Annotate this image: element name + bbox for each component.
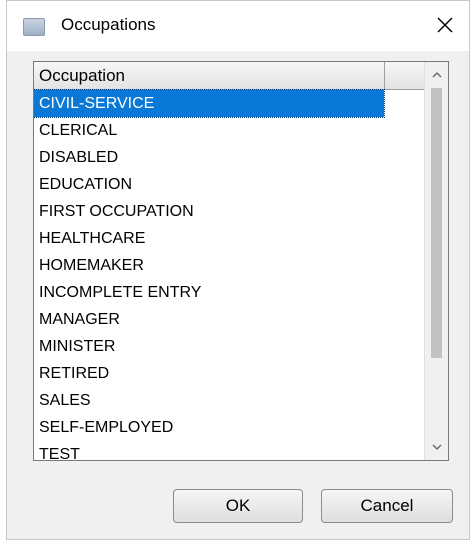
list-item[interactable]: HOMEMAKER [34, 252, 426, 279]
list-header: Occupation [34, 62, 426, 90]
ok-button[interactable]: OK [173, 489, 303, 523]
cancel-button[interactable]: Cancel [321, 489, 453, 523]
scroll-down-button[interactable] [425, 436, 448, 458]
scroll-up-button[interactable] [425, 64, 448, 86]
list-item[interactable]: TEST [34, 441, 426, 460]
chevron-up-icon [432, 72, 442, 78]
list-item[interactable]: SALES [34, 387, 426, 414]
list-item[interactable]: MANAGER [34, 306, 426, 333]
title-bar[interactable]: Occupations [7, 1, 469, 51]
chevron-down-icon [432, 444, 442, 450]
list-rows: CIVIL-SERVICE CLERICAL DISABLED EDUCATION FI… [34, 89, 426, 460]
close-button[interactable] [427, 7, 463, 43]
list-item[interactable]: SELF-EMPLOYED [34, 414, 426, 441]
occupations-dialog: Occupations Occupation CIVIL-SERVICE CLER… [6, 0, 470, 540]
scroll-thumb[interactable] [431, 88, 442, 358]
list-item[interactable]: MINISTER [34, 333, 426, 360]
column-header-occupation[interactable]: Occupation [34, 62, 385, 89]
list-item[interactable]: FIRST OCCUPATION [34, 198, 426, 225]
vertical-scrollbar[interactable] [424, 62, 448, 460]
list-item[interactable]: HEALTHCARE [34, 225, 426, 252]
list-item[interactable]: RETIRED [34, 360, 426, 387]
list-item[interactable]: DISABLED [34, 144, 426, 171]
list-item[interactable]: CIVIL-SERVICE [34, 89, 385, 118]
close-icon [437, 17, 453, 33]
list-item[interactable]: CLERICAL [34, 117, 426, 144]
list-item[interactable]: INCOMPLETE ENTRY [34, 279, 426, 306]
list-item[interactable]: EDUCATION [34, 171, 426, 198]
column-header-extra[interactable] [385, 62, 426, 89]
occupation-list[interactable]: Occupation CIVIL-SERVICE CLERICAL DISABLED… [33, 61, 449, 461]
window-icon [23, 18, 45, 36]
dialog-title: Occupations [61, 15, 156, 34]
